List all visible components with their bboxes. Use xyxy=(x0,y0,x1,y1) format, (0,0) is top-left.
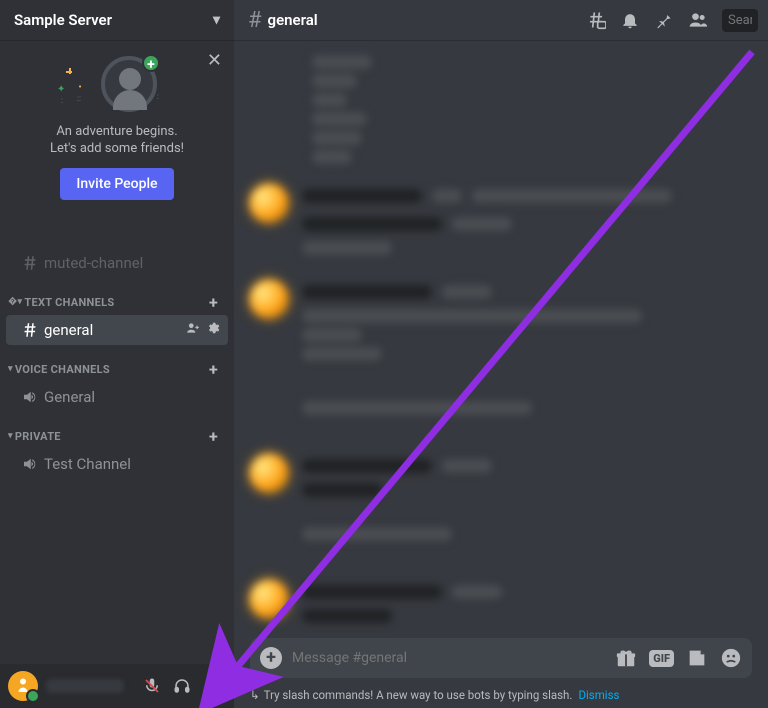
hash-icon: # xyxy=(248,8,262,33)
invite-people-button[interactable]: Invite People xyxy=(60,168,173,200)
channel-general[interactable]: general xyxy=(6,315,228,345)
category-label: VOICE CHANNELS xyxy=(15,363,110,376)
hash-icon xyxy=(20,254,40,272)
slash-hint: ↳ Try slash commands! A new way to use b… xyxy=(234,684,768,708)
voice-channel-general[interactable]: General xyxy=(6,382,228,412)
server-header[interactable]: Sample Server ▾ xyxy=(0,0,234,40)
category-label: TEXT CHANNELS xyxy=(24,296,114,309)
dismiss-link[interactable]: Dismiss xyxy=(578,688,619,702)
category-text[interactable]: �▾ TEXT CHANNELS + xyxy=(0,283,234,314)
channel-label: Test Channel xyxy=(44,455,131,473)
mute-icon[interactable] xyxy=(138,672,166,700)
close-icon[interactable]: ✕ xyxy=(207,50,222,71)
attach-button[interactable]: + xyxy=(260,647,282,669)
channel-label: General xyxy=(44,388,95,406)
avatar[interactable] xyxy=(8,671,38,701)
sticker-icon[interactable] xyxy=(686,647,708,669)
return-arrow-icon: ↳ xyxy=(250,688,260,702)
hash-icon xyxy=(20,321,40,339)
add-channel-button[interactable]: + xyxy=(209,293,226,312)
chat-area: # general xyxy=(234,0,768,708)
members-icon[interactable] xyxy=(688,10,708,30)
message-input-wrap: + GIF xyxy=(234,638,768,684)
sidebar: Sample Server ▾ ✕ ✦ • : :: : + An advent… xyxy=(0,0,234,708)
messages-blurred xyxy=(234,40,768,638)
channel-title: general xyxy=(268,11,318,29)
welcome-line1: An adventure begins. xyxy=(56,124,177,139)
emoji-icon[interactable] xyxy=(720,647,742,669)
bell-icon[interactable] xyxy=(620,10,640,30)
chevron-down-icon: ▾ xyxy=(8,431,13,441)
pin-icon[interactable] xyxy=(654,10,674,30)
add-channel-button[interactable]: + xyxy=(209,427,226,446)
voice-channel-test[interactable]: Test Channel xyxy=(6,449,228,479)
message-input-bar: + GIF xyxy=(250,638,752,678)
channel-label: muted-channel xyxy=(44,254,143,272)
gear-icon[interactable] xyxy=(198,672,226,700)
speaker-icon xyxy=(20,388,40,406)
user-bar xyxy=(0,664,234,708)
category-voice[interactable]: ▾ VOICE CHANNELS + xyxy=(0,350,234,381)
category-private[interactable]: ▾ PRIVATE + xyxy=(0,417,234,448)
deafen-icon[interactable] xyxy=(168,672,196,700)
plus-icon: + xyxy=(142,54,160,72)
category-label: PRIVATE xyxy=(15,430,61,443)
channel-label: general xyxy=(44,321,93,339)
welcome-line2: Let's add some friends! xyxy=(50,141,184,156)
gift-icon[interactable] xyxy=(615,647,637,669)
gif-icon[interactable]: GIF xyxy=(649,650,674,667)
chevron-down-icon: ▾ xyxy=(8,364,13,374)
search-input[interactable] xyxy=(722,9,758,32)
server-name: Sample Server xyxy=(14,11,112,29)
hint-text: Try slash commands! A new way to use bot… xyxy=(264,688,573,702)
gear-icon[interactable] xyxy=(206,321,220,339)
invite-icon[interactable] xyxy=(186,321,200,339)
threads-icon[interactable] xyxy=(586,10,606,30)
message-input[interactable] xyxy=(292,650,605,666)
username-blurred xyxy=(46,679,124,693)
welcome-avatar: ✦ • : :: : + xyxy=(57,56,177,116)
channel-muted[interactable]: muted-channel xyxy=(6,248,228,278)
speaker-icon xyxy=(20,455,40,473)
chevron-down-icon: �▾ xyxy=(8,297,22,307)
add-channel-button[interactable]: + xyxy=(209,360,226,379)
chat-header: # general xyxy=(234,0,768,40)
chevron-down-icon: ▾ xyxy=(213,12,220,28)
welcome-card: ✕ ✦ • : :: : + An adventure begins. Let'… xyxy=(0,40,234,216)
